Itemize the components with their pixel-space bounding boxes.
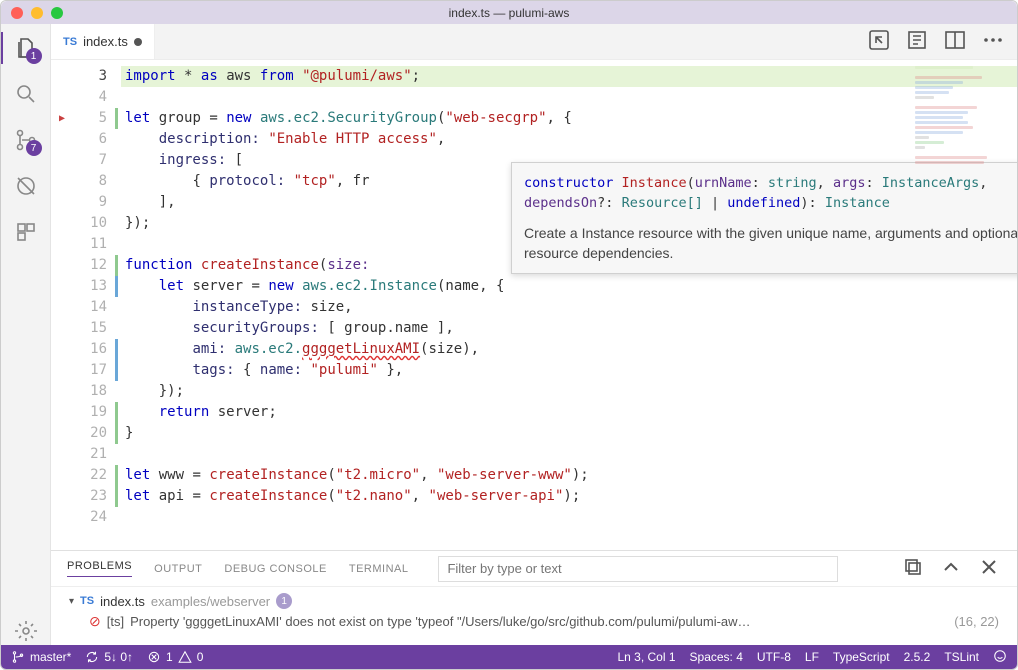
problems-file-row[interactable]: ▾ TS index.ts examples/webserver 1 — [61, 591, 1007, 611]
chevron-down-icon: ▾ — [69, 596, 74, 607]
editor-tabs: TS index.ts — [51, 24, 1017, 60]
status-sync[interactable]: 5↓ 0↑ — [85, 650, 133, 664]
panel-tab-terminal[interactable]: TERMINAL — [349, 563, 409, 575]
status-errors[interactable]: 1 0 — [147, 650, 203, 664]
settings-gear-icon[interactable] — [12, 617, 40, 645]
scm-badge: 7 — [26, 140, 42, 156]
status-tslint[interactable]: TSLint — [944, 650, 979, 664]
editor[interactable]: 345▶6789101112131415161718192021222324 i… — [51, 60, 1017, 550]
problems-file-name: index.ts — [100, 594, 145, 609]
expand-panel-icon[interactable] — [939, 555, 963, 582]
problems-file-dir: examples/webserver — [151, 594, 270, 609]
problem-row[interactable]: ⊘ [ts] Property 'ggggetLinuxAMI' does no… — [61, 611, 1007, 632]
status-language[interactable]: TypeScript — [833, 650, 890, 664]
error-icon: ⊘ — [89, 613, 101, 630]
extensions-icon[interactable] — [12, 218, 40, 246]
dirty-indicator-icon — [134, 38, 142, 46]
source-control-icon[interactable]: 7 — [12, 126, 40, 154]
status-eol[interactable]: LF — [805, 650, 819, 664]
tab-label: index.ts — [83, 34, 128, 49]
panel-tab-output[interactable]: OUTPUT — [154, 563, 202, 575]
problem-message: Property 'ggggetLinuxAMI' does not exist… — [130, 614, 750, 629]
problems-count-badge: 1 — [276, 593, 292, 609]
window-title: index.ts — pulumi-aws — [1, 6, 1017, 20]
open-preview-icon[interactable] — [905, 28, 929, 55]
compare-changes-icon[interactable] — [867, 28, 891, 55]
split-editor-icon[interactable] — [943, 28, 967, 55]
status-cursor-position[interactable]: Ln 3, Col 1 — [617, 650, 675, 664]
problem-location: (16, 22) — [954, 614, 999, 629]
status-ts-version[interactable]: 2.5.2 — [904, 650, 931, 664]
minimize-window-icon[interactable] — [31, 7, 43, 19]
problems-filter-input[interactable] — [438, 556, 838, 582]
problem-source: [ts] — [107, 614, 124, 629]
titlebar: index.ts — pulumi-aws — [1, 1, 1017, 24]
collapse-all-icon[interactable] — [901, 555, 925, 582]
bottom-panel: PROBLEMS OUTPUT DEBUG CONSOLE TERMINAL — [51, 550, 1017, 645]
close-panel-icon[interactable] — [977, 555, 1001, 582]
status-feedback-icon[interactable] — [993, 649, 1007, 666]
search-icon[interactable] — [12, 80, 40, 108]
activity-bar: 1 7 — [1, 24, 51, 645]
more-actions-icon[interactable] — [981, 28, 1005, 55]
tab-index-ts[interactable]: TS index.ts — [51, 24, 155, 59]
status-encoding[interactable]: UTF-8 — [757, 650, 791, 664]
debug-icon[interactable] — [12, 172, 40, 200]
zoom-window-icon[interactable] — [51, 7, 63, 19]
explorer-badge: 1 — [26, 48, 42, 64]
minimap[interactable] — [915, 66, 1011, 186]
status-bar: master* 5↓ 0↑ 1 0 Ln 3, Col 1 Spaces: 4 … — [1, 645, 1017, 669]
status-indentation[interactable]: Spaces: 4 — [690, 650, 743, 664]
typescript-file-icon: TS — [80, 595, 94, 607]
panel-tab-debug-console[interactable]: DEBUG CONSOLE — [224, 563, 326, 575]
explorer-icon[interactable]: 1 — [12, 34, 40, 62]
panel-tab-problems[interactable]: PROBLEMS — [67, 560, 132, 577]
problems-filter[interactable] — [438, 556, 838, 582]
status-branch[interactable]: master* — [11, 650, 71, 664]
line-gutter: 345▶6789101112131415161718192021222324 — [51, 60, 121, 550]
typescript-file-icon: TS — [63, 36, 77, 48]
close-window-icon[interactable] — [11, 7, 23, 19]
